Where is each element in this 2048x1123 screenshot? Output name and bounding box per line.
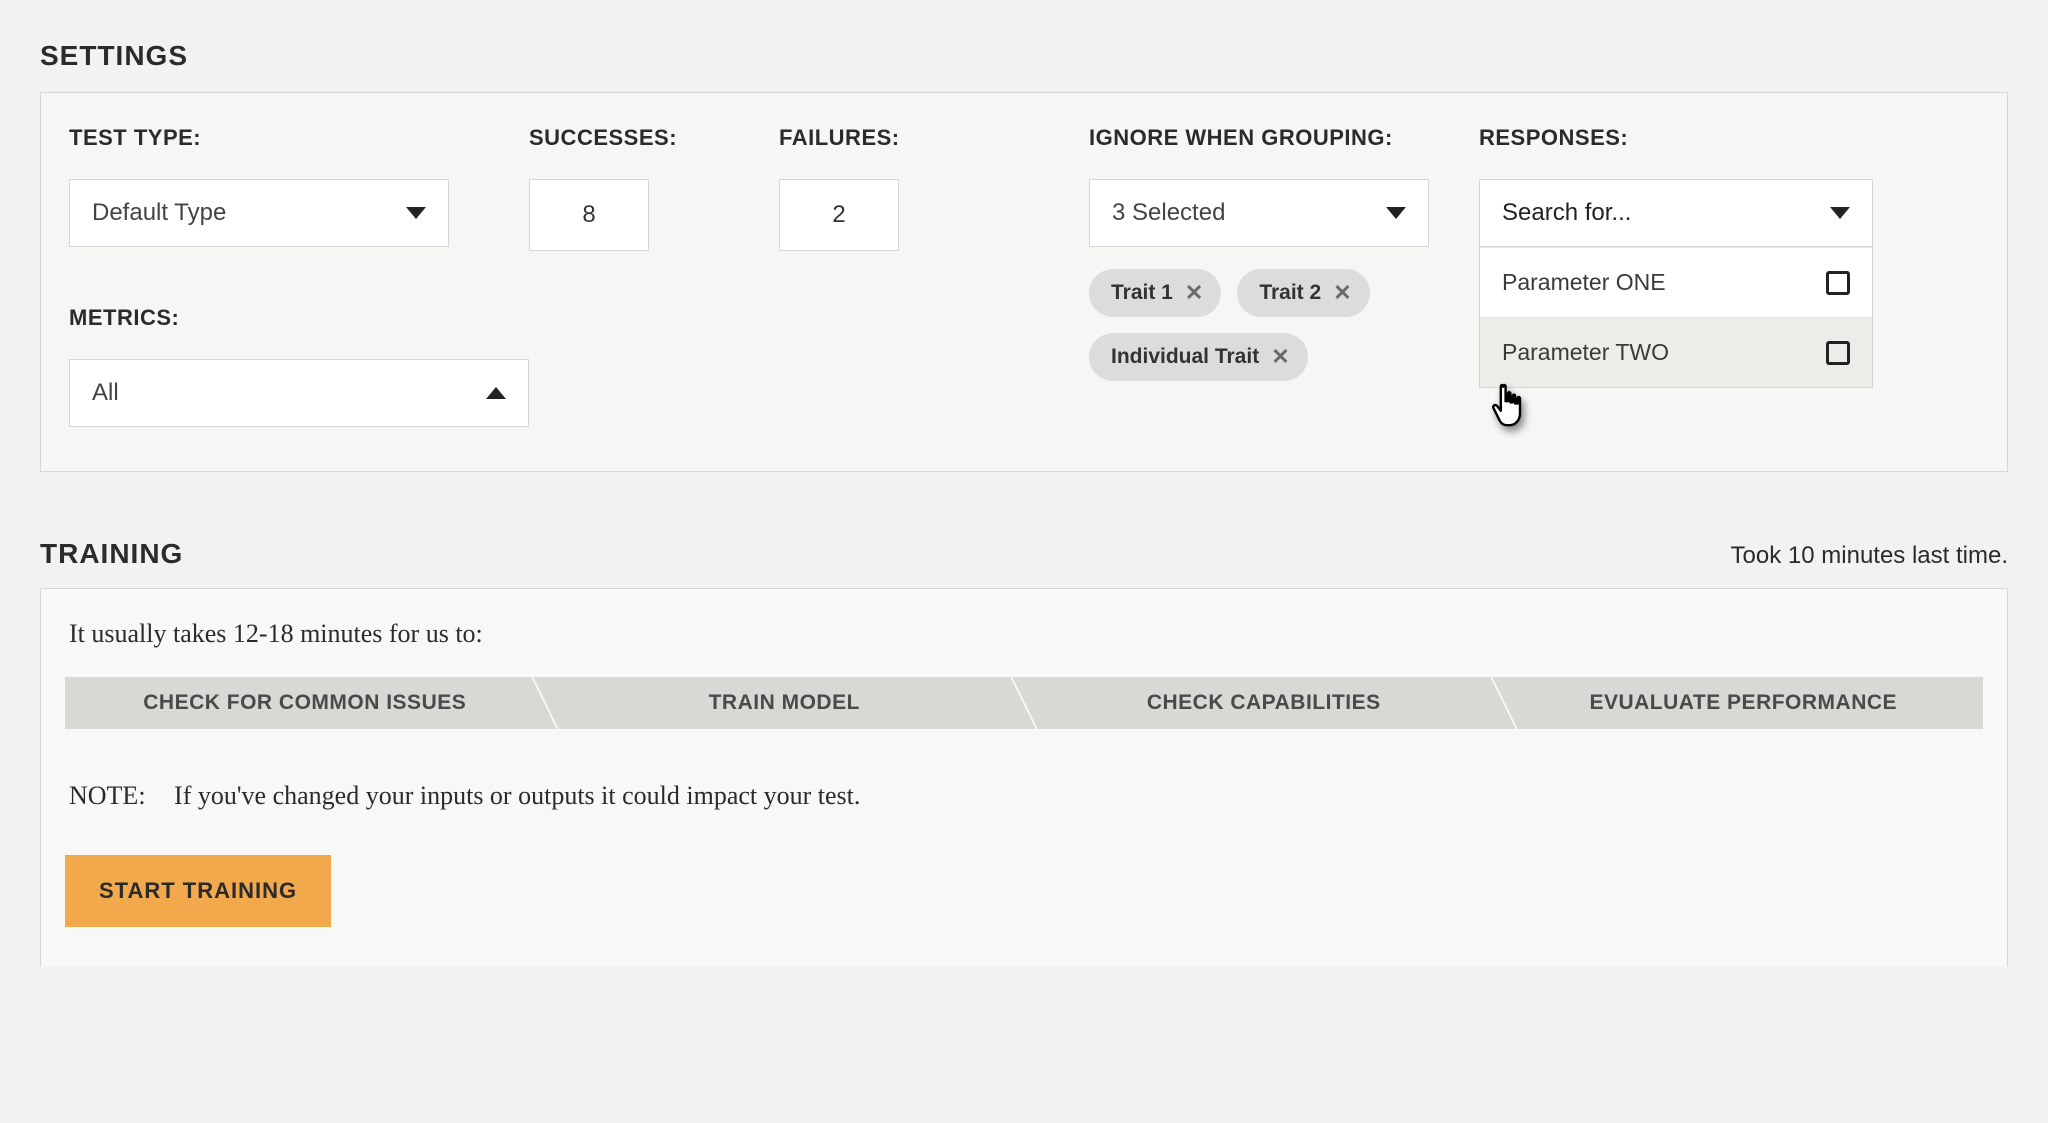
response-option-label: Parameter TWO: [1502, 339, 1669, 366]
test-type-label: TEST TYPE:: [69, 125, 529, 151]
chip-trait-1: Trait 1 ✕: [1089, 269, 1221, 317]
chevron-up-icon: [486, 387, 506, 399]
step-evaluate-performance: EVUALUATE PERFORMANCE: [1504, 677, 1984, 729]
close-icon[interactable]: ✕: [1185, 282, 1203, 304]
training-note-line: NOTE: If you've changed your inputs or o…: [69, 781, 1983, 811]
failures-input[interactable]: 2: [779, 179, 899, 251]
metrics-select[interactable]: All: [69, 359, 529, 427]
start-training-button[interactable]: START TRAINING: [65, 855, 331, 927]
chevron-down-icon: [1830, 207, 1850, 219]
note-label: NOTE:: [69, 781, 146, 810]
chevron-down-icon: [1386, 207, 1406, 219]
response-option-parameter-two[interactable]: Parameter TWO: [1480, 317, 1872, 387]
responses-placeholder: Search for...: [1502, 199, 1631, 227]
step-check-capabilities: CHECK CAPABILITIES: [1024, 677, 1504, 729]
responses-options-list: Parameter ONE Parameter TWO: [1479, 247, 1873, 388]
responses-search[interactable]: Search for...: [1479, 179, 1873, 247]
successes-label: SUCCESSES:: [529, 125, 779, 151]
step-label: EVUALUATE PERFORMANCE: [1589, 691, 1897, 715]
ignore-value: 3 Selected: [1112, 199, 1225, 227]
failures-value: 2: [832, 201, 845, 229]
checkbox-icon[interactable]: [1826, 341, 1850, 365]
response-option-label: Parameter ONE: [1502, 269, 1666, 296]
chip-label: Trait 2: [1259, 281, 1321, 305]
step-label: CHECK FOR COMMON ISSUES: [143, 691, 466, 715]
note-text: If you've changed your inputs or outputs…: [174, 781, 860, 810]
close-icon[interactable]: ✕: [1333, 282, 1351, 304]
test-type-select[interactable]: Default Type: [69, 179, 449, 247]
chip-individual-trait: Individual Trait ✕: [1089, 333, 1308, 381]
metrics-value: All: [92, 379, 119, 407]
step-check-common-issues: CHECK FOR COMMON ISSUES: [65, 677, 545, 729]
training-stepper: CHECK FOR COMMON ISSUES TRAIN MODEL CHEC…: [65, 677, 1983, 729]
training-panel: It usually takes 12-18 minutes for us to…: [40, 588, 2008, 967]
test-type-value: Default Type: [92, 199, 226, 227]
metrics-label: METRICS:: [69, 305, 529, 331]
successes-value: 8: [582, 201, 595, 229]
checkbox-icon[interactable]: [1826, 271, 1850, 295]
chevron-down-icon: [406, 207, 426, 219]
settings-panel: TEST TYPE: Default Type METRICS: All SUC…: [40, 92, 2008, 472]
ignore-select[interactable]: 3 Selected: [1089, 179, 1429, 247]
chip-trait-2: Trait 2 ✕: [1237, 269, 1369, 317]
training-heading: TRAINING: [40, 538, 183, 570]
responses-label: RESPONSES:: [1479, 125, 1879, 151]
step-train-model: TRAIN MODEL: [545, 677, 1025, 729]
successes-input[interactable]: 8: [529, 179, 649, 251]
response-option-parameter-one[interactable]: Parameter ONE: [1480, 247, 1872, 317]
close-icon[interactable]: ✕: [1271, 346, 1289, 368]
training-intro-text: It usually takes 12-18 minutes for us to…: [69, 619, 1983, 649]
training-last-time-note: Took 10 minutes last time.: [1731, 542, 2008, 570]
settings-heading: SETTINGS: [40, 40, 2008, 72]
failures-label: FAILURES:: [779, 125, 1089, 151]
chip-label: Trait 1: [1111, 281, 1173, 305]
ignore-label: IGNORE WHEN GROUPING:: [1089, 125, 1479, 151]
chip-label: Individual Trait: [1111, 345, 1259, 369]
step-label: TRAIN MODEL: [709, 691, 860, 715]
ignore-chips: Trait 1 ✕ Trait 2 ✕ Individual Trait ✕: [1089, 269, 1449, 381]
step-label: CHECK CAPABILITIES: [1147, 691, 1381, 715]
